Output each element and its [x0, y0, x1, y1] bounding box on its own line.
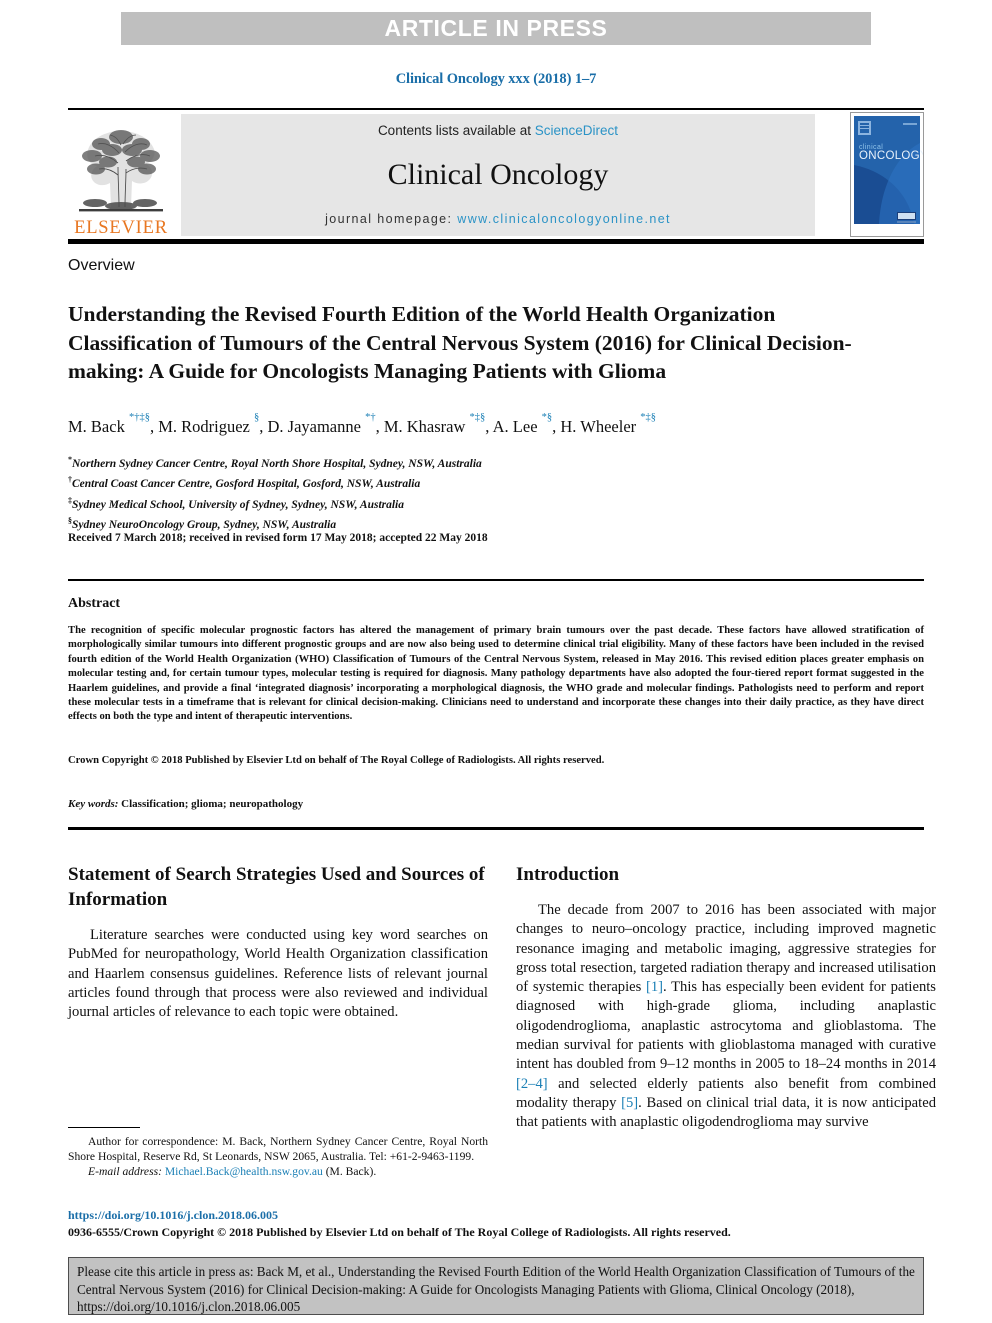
contents-prefix-text: Contents lists available at [377, 123, 535, 138]
page-title: Understanding the Revised Fourth Edition… [68, 302, 852, 384]
masthead-bottom-rule [68, 239, 924, 244]
affiliation-item: ‡Sydney Medical School, University of Sy… [68, 495, 405, 511]
left-column: Statement of Search Strategies Used and … [68, 862, 488, 1022]
email-line: E-mail address: Michael.Back@health.nsw.… [68, 1164, 488, 1179]
cite-this-article-box: Please cite this article in press as: Ba… [68, 1257, 924, 1315]
abstract-copyright: Crown Copyright © 2018 Published by Else… [68, 755, 605, 766]
footnote-separator-rule [68, 1127, 140, 1128]
elsevier-logo: ELSEVIER [68, 114, 174, 237]
article-in-press-label: ARTICLE IN PRESS [384, 15, 608, 41]
keywords-line: Key words: Classification; glioma; neuro… [68, 798, 303, 810]
masthead-info-panel: Contents lists available at ScienceDirec… [181, 114, 815, 236]
author-list: M. Back *†‡§, M. Rodriguez §, D. Jayaman… [68, 411, 657, 436]
affiliation-marker: * [68, 455, 72, 464]
article-type-label: Overview [68, 257, 135, 274]
journal-homepage-line: journal homepage: www.clinicaloncologyon… [325, 212, 671, 226]
citation-ref-1[interactable]: [1] [646, 979, 663, 995]
correspondence-footnote: Author for correspondence: M. Back, Nort… [68, 1134, 488, 1180]
email-label: E-mail address: [88, 1165, 162, 1179]
article-in-press-banner: ARTICLE IN PRESS [121, 12, 871, 45]
abstract-bottom-rule [68, 827, 924, 830]
citation-ref-2-4[interactable]: [2–4] [516, 1076, 548, 1092]
article-history: Received 7 March 2018; received in revis… [68, 532, 488, 544]
affiliation-item: *Northern Sydney Cancer Centre, Royal No… [68, 455, 482, 470]
email-suffix: (M. Back). [322, 1165, 377, 1179]
elsevier-tree-icon [79, 129, 163, 211]
citation-ref-5[interactable]: [5] [621, 1095, 638, 1111]
section-heading-search-strategies: Statement of Search Strategies Used and … [68, 864, 485, 910]
abstract-text: The recognition of specific molecular pr… [68, 625, 924, 723]
keywords-value: Classification; glioma; neuropathology [118, 798, 304, 810]
elsevier-wordmark: ELSEVIER [74, 217, 168, 238]
sciencedirect-link[interactable]: ScienceDirect [535, 123, 618, 138]
introduction-paragraph: The decade from 2007 to 2016 has been as… [516, 901, 936, 1133]
contents-lists-line: Contents lists available at ScienceDirec… [378, 123, 618, 138]
masthead-top-rule [68, 108, 924, 110]
journal-homepage-link[interactable]: www.clinicaloncologyonline.net [457, 212, 671, 226]
journal-masthead: ELSEVIER Contents lists available at Sci… [68, 112, 924, 237]
search-strategies-paragraph: Literature searches were conducted using… [68, 927, 488, 1021]
issn-copyright-line: 0936-6555/Crown Copyright © 2018 Publish… [68, 1225, 731, 1239]
journal-cover-image: clinical ONCOLOGY [851, 113, 923, 236]
abstract-top-rule [68, 579, 924, 581]
keywords-label: Key words: [68, 798, 119, 810]
affiliation-marker: ‡ [68, 495, 72, 505]
journal-cover-thumbnail: clinical ONCOLOGY [850, 112, 924, 237]
correspondence-text: Author for correspondence: M. Back, Nort… [68, 1135, 488, 1164]
affiliation-marker: § [68, 515, 72, 525]
right-column: Introduction The decade from 2007 to 201… [516, 862, 936, 1133]
affiliation-marker: † [68, 475, 72, 485]
homepage-prefix-text: journal homepage: [325, 212, 458, 226]
svg-text:ONCOLOGY: ONCOLOGY [859, 150, 923, 162]
journal-reference-line: Clinical Oncology xxx (2018) 1–7 [395, 71, 597, 87]
section-heading-introduction: Introduction [516, 864, 620, 885]
doi-link[interactable]: https://doi.org/10.1016/j.clon.2018.06.0… [68, 1208, 278, 1223]
affiliation-item: §Sydney NeuroOncology Group, Sydney, NSW… [68, 515, 337, 531]
abstract-heading: Abstract [68, 596, 121, 611]
journal-title: Clinical Oncology [387, 158, 609, 191]
email-link[interactable]: Michael.Back@health.nsw.gov.au [165, 1165, 323, 1178]
affiliation-list: *Northern Sydney Cancer Centre, Royal No… [68, 452, 928, 533]
affiliation-item: †Central Coast Cancer Centre, Gosford Ho… [68, 475, 421, 491]
